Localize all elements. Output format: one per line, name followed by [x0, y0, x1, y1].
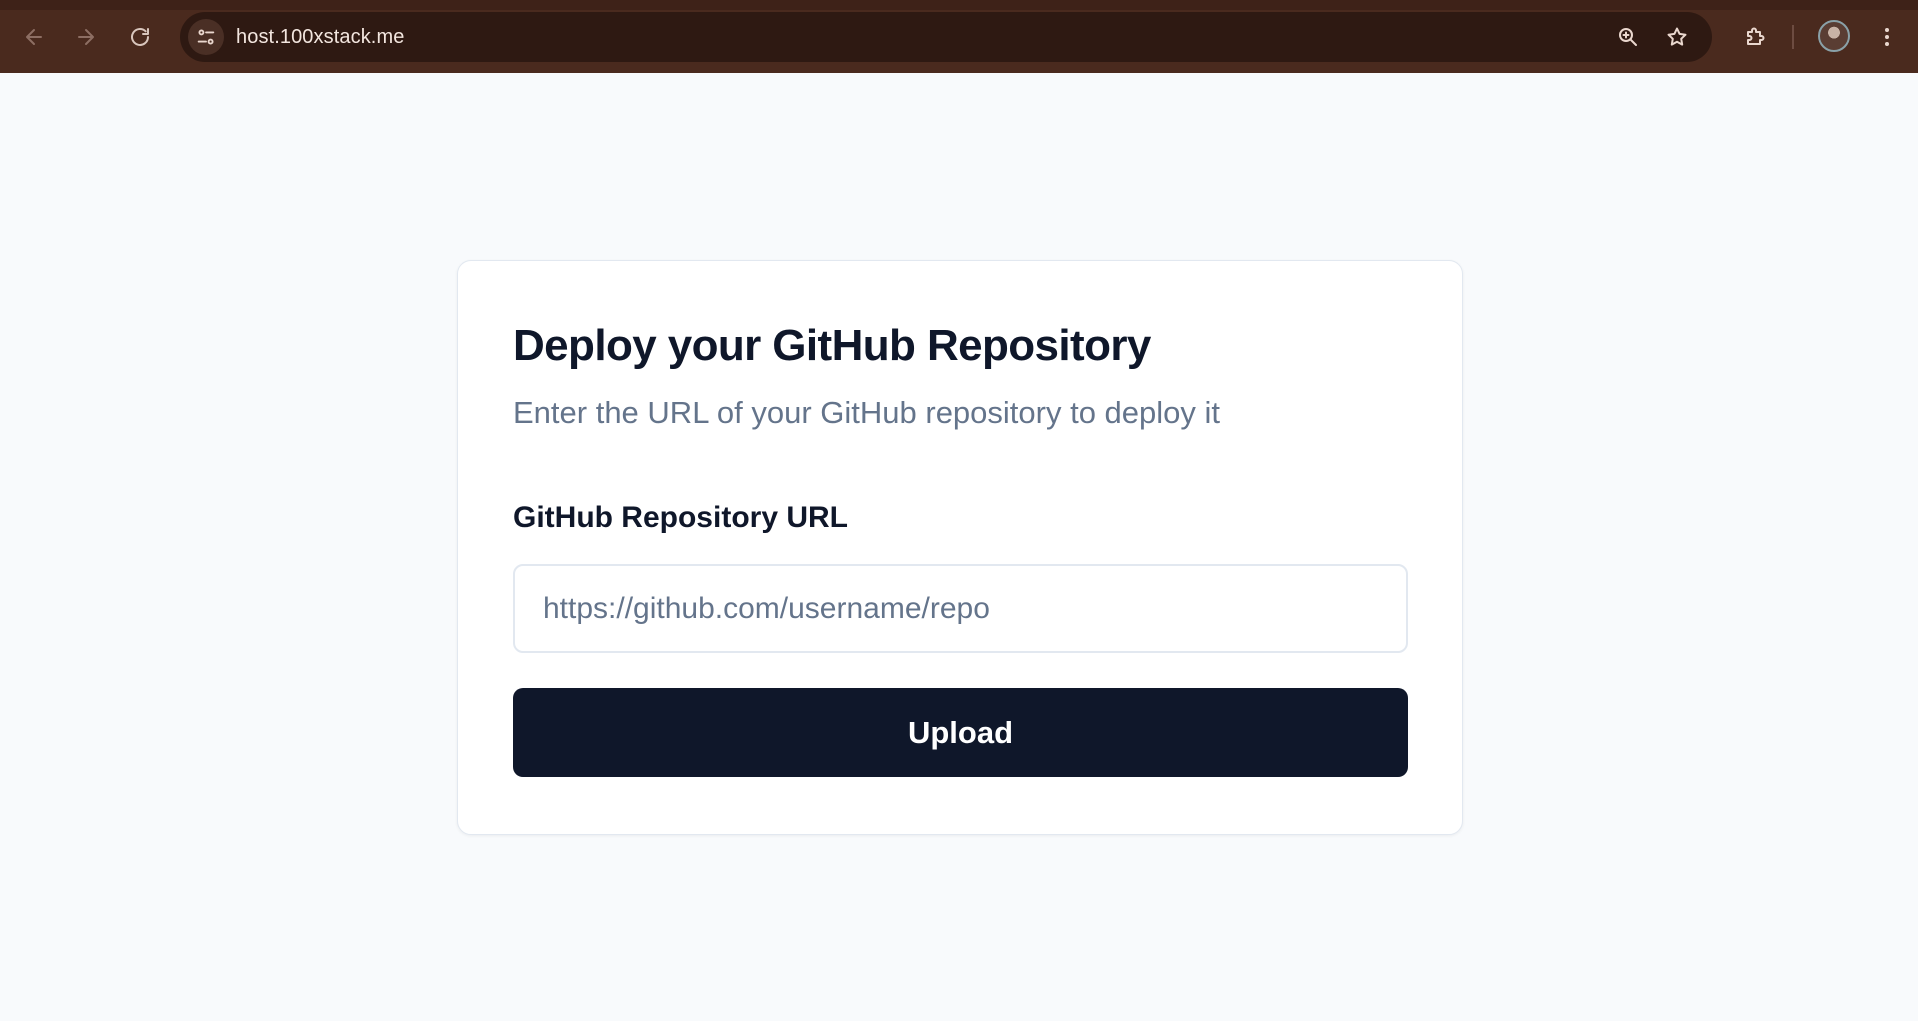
tune-icon — [197, 29, 215, 45]
site-info-button[interactable] — [188, 19, 224, 55]
extensions-button[interactable] — [1735, 17, 1775, 57]
kebab-menu-icon — [1885, 28, 1889, 46]
card-description: Enter the URL of your GitHub repository … — [513, 395, 1221, 430]
zoom-button[interactable] — [1610, 19, 1646, 55]
arrow-right-icon — [78, 29, 94, 45]
zoom-in-icon — [1619, 28, 1637, 46]
bookmark-button[interactable] — [1659, 19, 1695, 55]
reload-button[interactable] — [120, 17, 160, 57]
forward-button[interactable] — [66, 17, 106, 57]
card-title: Deploy your GitHub Repository — [513, 321, 1151, 370]
address-bar[interactable]: host.100xstack.me — [180, 12, 1712, 62]
reload-icon — [131, 28, 149, 46]
back-button[interactable] — [14, 17, 54, 57]
toolbar-divider — [1792, 25, 1794, 49]
browser-menu-button[interactable] — [1867, 17, 1907, 57]
puzzle-icon — [1747, 27, 1765, 45]
arrow-left-icon — [26, 29, 42, 45]
upload-button[interactable]: Upload — [513, 688, 1408, 777]
page: Deploy your GitHub Repository Enter the … — [0, 73, 1918, 1021]
avatar[interactable] — [1818, 20, 1850, 52]
url-text[interactable]: host.100xstack.me — [236, 26, 404, 49]
deploy-card: Deploy your GitHub Repository Enter the … — [457, 260, 1463, 835]
repo-url-label: GitHub Repository URL — [513, 501, 848, 534]
repo-url-input[interactable] — [513, 564, 1408, 653]
browser-toolbar: host.100xstack.me — [0, 0, 1918, 73]
star-icon — [1667, 27, 1687, 46]
